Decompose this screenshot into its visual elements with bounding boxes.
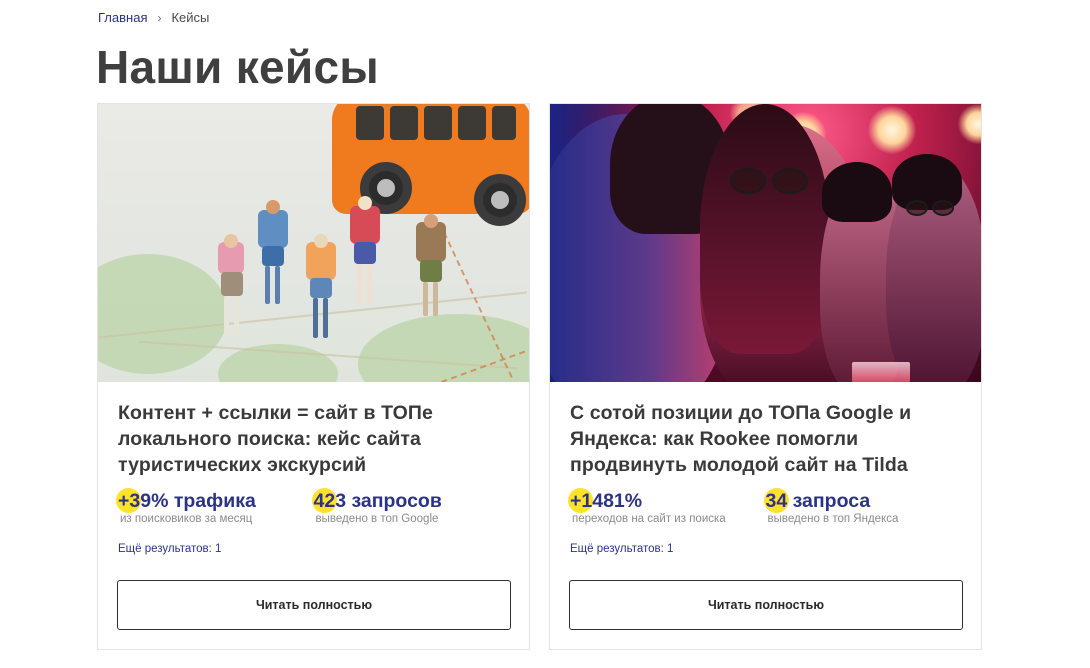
- stat-label: выведено в топ Google: [315, 513, 439, 525]
- page-title: Наши кейсы: [96, 41, 379, 93]
- case-card[interactable]: Контент + ссылки = сайт в ТОПе локальног…: [97, 103, 530, 650]
- case-cards: Контент + ссылки = сайт в ТОПе локальног…: [97, 103, 982, 650]
- case-image[interactable]: [98, 104, 529, 382]
- more-results-link[interactable]: Ещё результатов: 1: [570, 543, 961, 555]
- stat-traffic: +1481% переходов на сайт из поиска: [568, 488, 766, 525]
- case-stats: +39% трафика из поисковиков за месяц 423…: [116, 488, 510, 525]
- case-title[interactable]: Контент + ссылки = сайт в ТОПе локальног…: [118, 400, 509, 480]
- stat-queries: 34 запроса выведено в топ Яндекса: [763, 488, 962, 525]
- breadcrumb-current: Кейсы: [171, 10, 210, 25]
- breadcrumb-home-link[interactable]: Главная: [98, 10, 147, 25]
- case-card[interactable]: С сотой позиции до ТОПа Google и Яндекса…: [549, 103, 982, 650]
- stat-queries: 423 запросов выведено в топ Google: [311, 488, 510, 525]
- stat-label: переходов на сайт из поиска: [572, 513, 726, 525]
- stat-value: 34 запроса: [765, 490, 871, 512]
- stat-value: 423 запросов: [313, 490, 442, 512]
- breadcrumb: Главная › Кейсы: [98, 10, 209, 25]
- case-stats: +1481% переходов на сайт из поиска 34 за…: [568, 488, 962, 525]
- case-image[interactable]: [550, 104, 981, 382]
- read-more-button[interactable]: Читать полностью: [117, 580, 511, 630]
- stat-traffic: +39% трафика из поисковиков за месяц: [116, 488, 314, 525]
- case-title[interactable]: С сотой позиции до ТОПа Google и Яндекса…: [570, 400, 961, 480]
- stat-label: выведено в топ Яндекса: [767, 513, 899, 525]
- more-results-link[interactable]: Ещё результатов: 1: [118, 543, 509, 555]
- stat-label: из поисковиков за месяц: [120, 513, 253, 525]
- read-more-button[interactable]: Читать полностью: [569, 580, 963, 630]
- stat-value: +1481%: [570, 490, 643, 512]
- stat-value: +39% трафика: [118, 490, 256, 512]
- chevron-right-icon: ›: [157, 10, 162, 25]
